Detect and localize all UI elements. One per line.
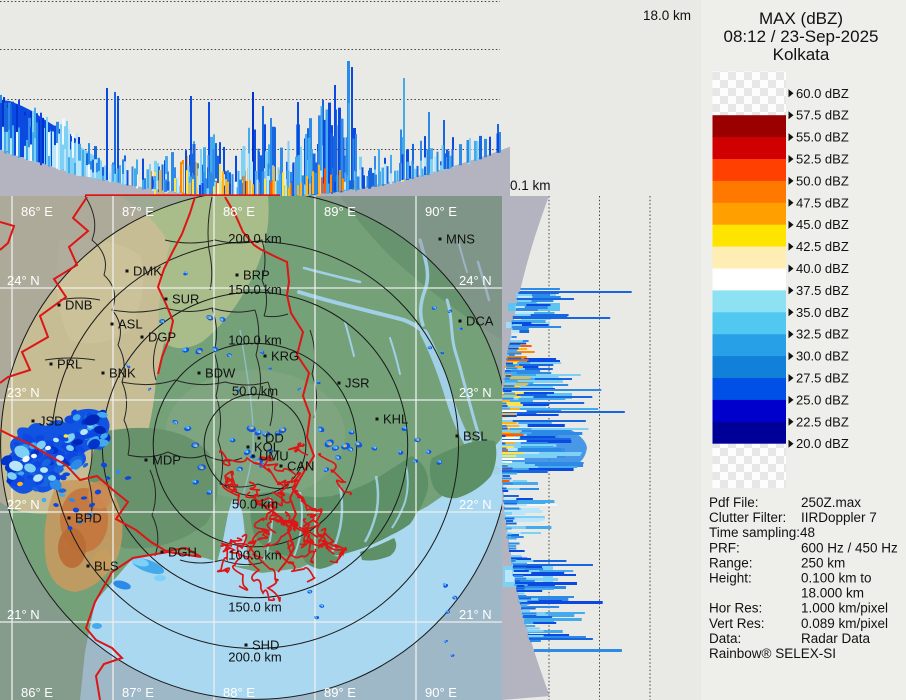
svg-text:86° E: 86° E: [21, 685, 53, 700]
svg-text:100.0 km: 100.0 km: [228, 548, 281, 563]
svg-text:0.1 km: 0.1 km: [510, 178, 551, 193]
svg-text:ASL: ASL: [118, 317, 143, 332]
svg-text:BDW: BDW: [205, 366, 236, 381]
svg-text:BSL: BSL: [463, 429, 488, 444]
svg-text:50.0 dBZ: 50.0 dBZ: [796, 173, 849, 188]
svg-text:40.0 dBZ: 40.0 dBZ: [796, 261, 849, 276]
svg-text:30.0 dBZ: 30.0 dBZ: [796, 349, 849, 364]
svg-text:22.5 dBZ: 22.5 dBZ: [796, 414, 849, 429]
svg-text:1.000 km/pixel: 1.000 km/pixel: [801, 601, 888, 616]
svg-text:Vert Res:: Vert Res:: [709, 616, 765, 631]
svg-text:UMU: UMU: [259, 449, 289, 464]
svg-text:24° N: 24° N: [7, 273, 40, 288]
svg-text:KRG: KRG: [271, 349, 299, 364]
svg-text:37.5 dBZ: 37.5 dBZ: [796, 283, 849, 298]
svg-text:PRF:: PRF:: [709, 540, 740, 555]
svg-text:JSD: JSD: [39, 414, 64, 429]
svg-text:250 km: 250 km: [801, 555, 845, 570]
svg-text:88° E: 88° E: [223, 204, 255, 219]
svg-text:250Z.max: 250Z.max: [801, 495, 861, 510]
svg-text:Hor Res:: Hor Res:: [709, 601, 762, 616]
svg-text:DGP: DGP: [148, 330, 176, 345]
svg-text:24° N: 24° N: [459, 273, 492, 288]
svg-text:Pdf File:: Pdf File:: [709, 495, 759, 510]
svg-text:JSR: JSR: [345, 376, 370, 391]
svg-text:50.0 km: 50.0 km: [232, 497, 278, 512]
svg-text:20.0 dBZ: 20.0 dBZ: [796, 436, 849, 451]
svg-text:27.5 dBZ: 27.5 dBZ: [796, 371, 849, 386]
svg-text:BLS: BLS: [94, 559, 119, 574]
svg-text:MAX (dBZ): MAX (dBZ): [759, 9, 843, 28]
svg-text:150.0 km: 150.0 km: [228, 600, 281, 615]
svg-text:21° N: 21° N: [7, 607, 40, 622]
svg-text:90° E: 90° E: [425, 204, 457, 219]
svg-text:87° E: 87° E: [122, 204, 154, 219]
svg-text:50.0 km: 50.0 km: [232, 384, 278, 399]
svg-text:SUR: SUR: [172, 292, 199, 307]
svg-text:0.100 km to: 0.100 km to: [801, 571, 872, 586]
svg-text:150.0 km: 150.0 km: [228, 282, 281, 297]
svg-text:MNS: MNS: [446, 232, 475, 247]
svg-text:BNK: BNK: [109, 366, 136, 381]
svg-text:200.0 km: 200.0 km: [228, 231, 281, 246]
svg-text:BPD: BPD: [75, 511, 102, 526]
svg-text:87° E: 87° E: [122, 685, 154, 700]
svg-text:Radar Data: Radar Data: [801, 631, 871, 646]
svg-text:08:12 / 23-Sep-2025: 08:12 / 23-Sep-2025: [723, 27, 878, 46]
svg-text:PRL: PRL: [57, 357, 82, 372]
svg-text:23° N: 23° N: [7, 385, 40, 400]
svg-text:57.5 dBZ: 57.5 dBZ: [796, 108, 849, 123]
svg-text:MDP: MDP: [152, 453, 181, 468]
svg-text:90° E: 90° E: [425, 685, 457, 700]
svg-text:35.0 dBZ: 35.0 dBZ: [796, 305, 849, 320]
svg-text:KHL: KHL: [383, 412, 408, 427]
svg-text:DCA: DCA: [466, 314, 494, 329]
svg-text:47.5 dBZ: 47.5 dBZ: [796, 195, 849, 210]
svg-text:32.5 dBZ: 32.5 dBZ: [796, 327, 849, 342]
svg-text:21° N: 21° N: [459, 607, 492, 622]
svg-text:22° N: 22° N: [459, 497, 492, 512]
svg-text:DGH: DGH: [168, 545, 197, 560]
svg-text:Clutter Filter:: Clutter Filter:: [709, 510, 786, 525]
svg-text:IIRDoppler 7: IIRDoppler 7: [801, 510, 877, 525]
svg-text:55.0 dBZ: 55.0 dBZ: [796, 130, 849, 145]
svg-text:45.0 dBZ: 45.0 dBZ: [796, 217, 849, 232]
svg-text:600 Hz / 450 Hz: 600 Hz / 450 Hz: [801, 540, 898, 555]
svg-text:Rainbow® SELEX-SI: Rainbow® SELEX-SI: [709, 646, 836, 661]
svg-text:Data:: Data:: [709, 631, 741, 646]
svg-text:0.089 km/pixel: 0.089 km/pixel: [801, 616, 888, 631]
svg-text:100.0 km: 100.0 km: [228, 333, 281, 348]
svg-text:86° E: 86° E: [21, 204, 53, 219]
svg-text:BRP: BRP: [243, 268, 270, 283]
svg-text:Kolkata: Kolkata: [773, 45, 830, 64]
svg-text:18.000 km: 18.000 km: [801, 586, 864, 601]
svg-text:88° E: 88° E: [223, 685, 255, 700]
svg-text:DMK: DMK: [133, 264, 162, 279]
svg-text:42.5 dBZ: 42.5 dBZ: [796, 239, 849, 254]
svg-text:18.0 km: 18.0 km: [643, 8, 691, 23]
svg-text:SHD: SHD: [252, 638, 279, 653]
svg-text:22° N: 22° N: [7, 497, 40, 512]
svg-text:52.5 dBZ: 52.5 dBZ: [796, 152, 849, 167]
svg-text:60.0 dBZ: 60.0 dBZ: [796, 86, 849, 101]
svg-text:CAN: CAN: [287, 459, 314, 474]
svg-text:Range:: Range:: [709, 555, 753, 570]
svg-text:25.0 dBZ: 25.0 dBZ: [796, 392, 849, 407]
svg-text:Height:: Height:: [709, 571, 752, 586]
svg-text:89° E: 89° E: [324, 204, 356, 219]
svg-text:DNB: DNB: [65, 298, 92, 313]
svg-text:Time sampling:48: Time sampling:48: [709, 525, 815, 540]
svg-text:23° N: 23° N: [459, 385, 492, 400]
svg-text:89° E: 89° E: [324, 685, 356, 700]
